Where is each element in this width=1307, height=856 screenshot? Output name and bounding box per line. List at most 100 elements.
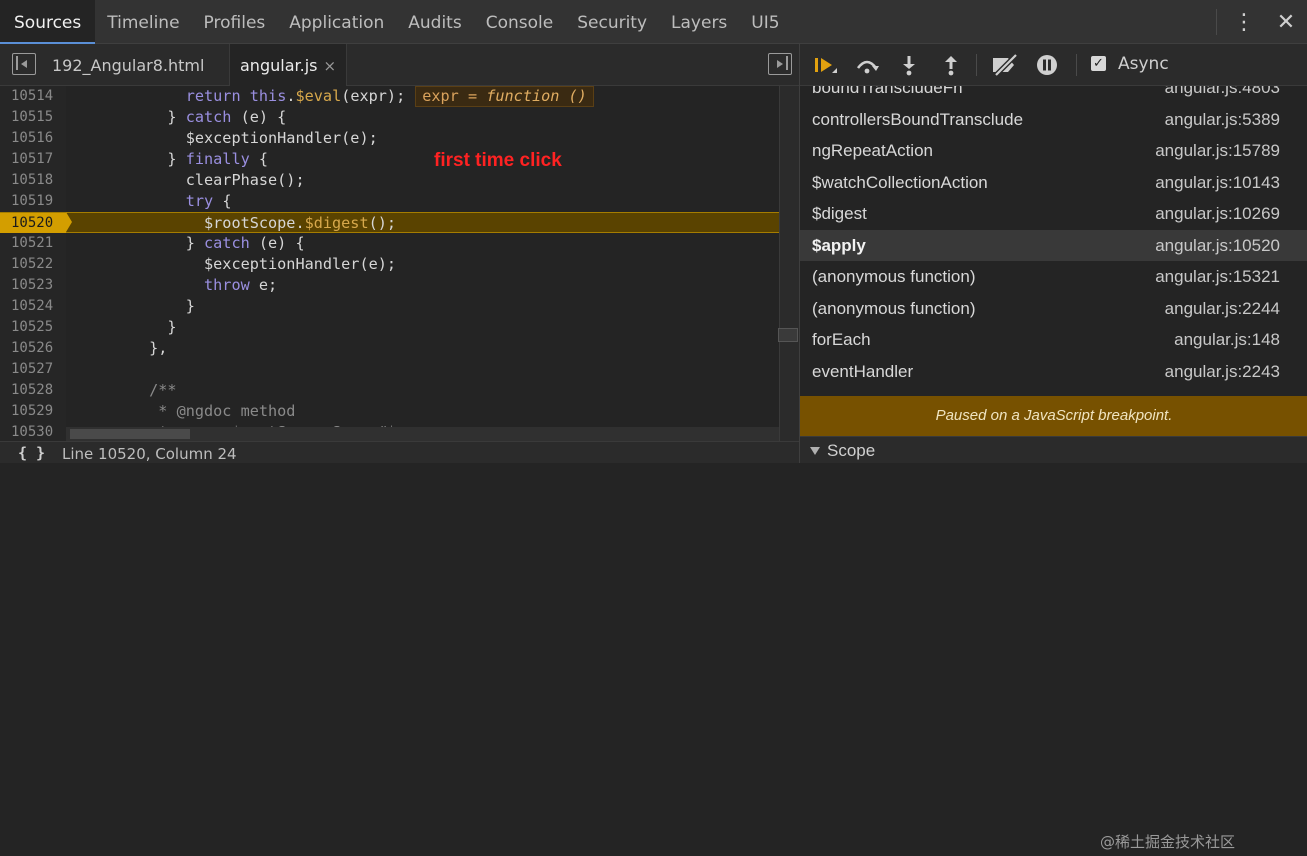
call-frame-location[interactable]: angular.js:10269 bbox=[1155, 198, 1280, 230]
line-number[interactable]: 10516 bbox=[0, 128, 66, 149]
vertical-scrollbar[interactable] bbox=[779, 86, 799, 441]
toggle-navigator-icon[interactable] bbox=[12, 53, 36, 75]
file-tab-angular-js[interactable]: angular.js × bbox=[229, 44, 348, 86]
call-frame[interactable]: eventHandler angular.js:2243 bbox=[800, 356, 1307, 388]
code-token: $exceptionHandler(e); bbox=[76, 129, 378, 147]
code-line[interactable]: 10519 try { bbox=[0, 191, 779, 212]
async-checkbox[interactable]: ✓ bbox=[1091, 56, 1106, 71]
close-devtools-icon[interactable]: ✕ bbox=[1265, 0, 1307, 44]
code-line[interactable]: 10529 * @ngdoc method bbox=[0, 401, 779, 422]
call-frame-location[interactable]: angular.js:15321 bbox=[1155, 261, 1280, 293]
code-line[interactable]: 10515 } catch (e) { bbox=[0, 107, 779, 128]
line-number[interactable]: 10528 bbox=[0, 380, 66, 401]
line-number[interactable]: 10517 bbox=[0, 149, 66, 170]
line-number[interactable]: 10523 bbox=[0, 275, 66, 296]
line-number[interactable]: 10521 bbox=[0, 233, 66, 254]
file-tab-html[interactable]: 192_Angular8.html bbox=[42, 44, 214, 86]
line-number[interactable]: 10527 bbox=[0, 359, 66, 380]
step-into-icon[interactable] bbox=[894, 52, 924, 78]
call-frame[interactable]: $digest angular.js:10269 bbox=[800, 198, 1307, 230]
tab-layers[interactable]: Layers bbox=[659, 0, 739, 44]
divider bbox=[976, 54, 977, 76]
line-number[interactable]: 10530 bbox=[0, 422, 66, 441]
call-frame-location[interactable]: angular.js:10143 bbox=[1155, 167, 1280, 199]
code-line[interactable]: 10518 clearPhase(); bbox=[0, 170, 779, 191]
call-frame-location[interactable]: angular.js:148 bbox=[1174, 324, 1280, 356]
pretty-print-icon[interactable]: { } bbox=[18, 444, 45, 462]
line-number[interactable]: 10529 bbox=[0, 401, 66, 422]
code-token: . bbox=[286, 87, 296, 105]
call-frame-name: controllersBoundTransclude bbox=[812, 109, 1024, 129]
line-number[interactable]: 10522 bbox=[0, 254, 66, 275]
code-text: clearPhase(); bbox=[76, 170, 305, 191]
deactivate-breakpoints-icon[interactable] bbox=[990, 52, 1020, 78]
step-over-icon[interactable] bbox=[852, 52, 882, 78]
code-line[interactable]: 10522 $exceptionHandler(e); bbox=[0, 254, 779, 275]
code-line[interactable]: 10525 } bbox=[0, 317, 779, 338]
call-frame-location[interactable]: angular.js:5389 bbox=[1165, 104, 1280, 136]
code-token: (e) { bbox=[231, 108, 287, 126]
call-frame[interactable]: $apply angular.js:10520 bbox=[800, 229, 1307, 262]
resume-icon[interactable] bbox=[810, 52, 840, 78]
code-editor[interactable]: 10514 return this.$eval(expr); expr = fun… bbox=[0, 86, 779, 441]
code-line[interactable]: 10526 }, bbox=[0, 338, 779, 359]
line-number[interactable]: 10515 bbox=[0, 107, 66, 128]
call-frame-location[interactable]: angular.js:2244 bbox=[1165, 293, 1280, 325]
line-number[interactable]: 10526 bbox=[0, 338, 66, 359]
execution-line[interactable]: 10520 $rootScope.$digest(); bbox=[0, 212, 779, 234]
code-line[interactable]: 10523 throw e; bbox=[0, 275, 779, 296]
tab-security[interactable]: Security bbox=[565, 0, 659, 44]
more-menu-icon[interactable]: ⋮ bbox=[1223, 0, 1265, 44]
tab-ui5[interactable]: UI5 bbox=[739, 0, 791, 44]
call-frame-name: $digest bbox=[812, 204, 867, 223]
call-frame-name: (anonymous function) bbox=[812, 267, 976, 286]
call-frame-location[interactable]: angular.js:15789 bbox=[1155, 135, 1280, 167]
tab-console[interactable]: Console bbox=[474, 0, 566, 44]
code-text: throw e; bbox=[76, 275, 277, 296]
code-token: } bbox=[76, 150, 186, 168]
code-line[interactable]: 10528 /** bbox=[0, 380, 779, 401]
line-number[interactable]: 10518 bbox=[0, 170, 66, 191]
line-number[interactable]: 10520 bbox=[0, 213, 66, 234]
call-frame[interactable]: (anonymous function) angular.js:2244 bbox=[800, 293, 1307, 325]
line-number[interactable]: 10524 bbox=[0, 296, 66, 317]
horizontal-scroll-thumb[interactable] bbox=[70, 429, 190, 439]
watermark: @稀土掘金技术社区 bbox=[1100, 833, 1236, 851]
code-line[interactable]: 10516 $exceptionHandler(e); bbox=[0, 128, 779, 149]
call-frame[interactable]: controllersBoundTransclude angular.js:538… bbox=[800, 104, 1307, 136]
tab-profiles[interactable]: Profiles bbox=[192, 0, 278, 44]
file-tab-label: 192_Angular8.html bbox=[52, 56, 205, 75]
call-frame[interactable]: boundTranscludeFn angular.js:4803 bbox=[800, 86, 1307, 104]
line-number[interactable]: 10519 bbox=[0, 191, 66, 212]
code-line[interactable]: 10527 bbox=[0, 359, 779, 380]
line-number[interactable]: 10514 bbox=[0, 86, 66, 107]
scope-section-header[interactable]: Scope @稀土掘金技术社区 bbox=[800, 436, 1307, 851]
pause-on-exceptions-icon[interactable] bbox=[1032, 52, 1062, 78]
tab-audits[interactable]: Audits bbox=[396, 0, 473, 44]
vertical-scroll-thumb[interactable] bbox=[778, 328, 798, 342]
code-line[interactable]: 10524 } bbox=[0, 296, 779, 317]
call-frame[interactable]: ngRepeatAction angular.js:15789 bbox=[800, 135, 1307, 167]
code-text: $rootScope.$digest(); bbox=[76, 213, 396, 234]
toggle-debugger-icon[interactable] bbox=[768, 53, 792, 75]
divider bbox=[1216, 9, 1217, 35]
code-line[interactable]: 10514 return this.$eval(expr); expr = fun… bbox=[0, 86, 779, 107]
code-text: } catch (e) { bbox=[76, 233, 305, 254]
tab-application[interactable]: Application bbox=[277, 0, 396, 44]
call-frame-location[interactable]: angular.js:4803 bbox=[1165, 86, 1280, 104]
code-line[interactable]: 10521 } catch (e) { bbox=[0, 233, 779, 254]
call-frame[interactable]: $watchCollectionAction angular.js:10143 bbox=[800, 167, 1307, 199]
code-token: catch bbox=[185, 108, 232, 126]
tab-timeline[interactable]: Timeline bbox=[95, 0, 191, 44]
line-number[interactable]: 10525 bbox=[0, 317, 66, 338]
tab-sources[interactable]: Sources bbox=[0, 0, 96, 44]
call-frame-location[interactable]: angular.js:2243 bbox=[1165, 356, 1280, 388]
call-frame[interactable]: (anonymous function) angular.js:15321 bbox=[800, 261, 1307, 293]
close-tab-icon[interactable]: × bbox=[323, 57, 336, 75]
call-frame[interactable]: forEach angular.js:148 bbox=[800, 324, 1307, 356]
code-line[interactable]: 10517 } finally { bbox=[0, 149, 779, 170]
call-frame-location[interactable]: angular.js:10520 bbox=[1155, 230, 1280, 262]
code-token: $rootScope. bbox=[76, 214, 305, 232]
step-out-icon[interactable] bbox=[936, 52, 966, 78]
